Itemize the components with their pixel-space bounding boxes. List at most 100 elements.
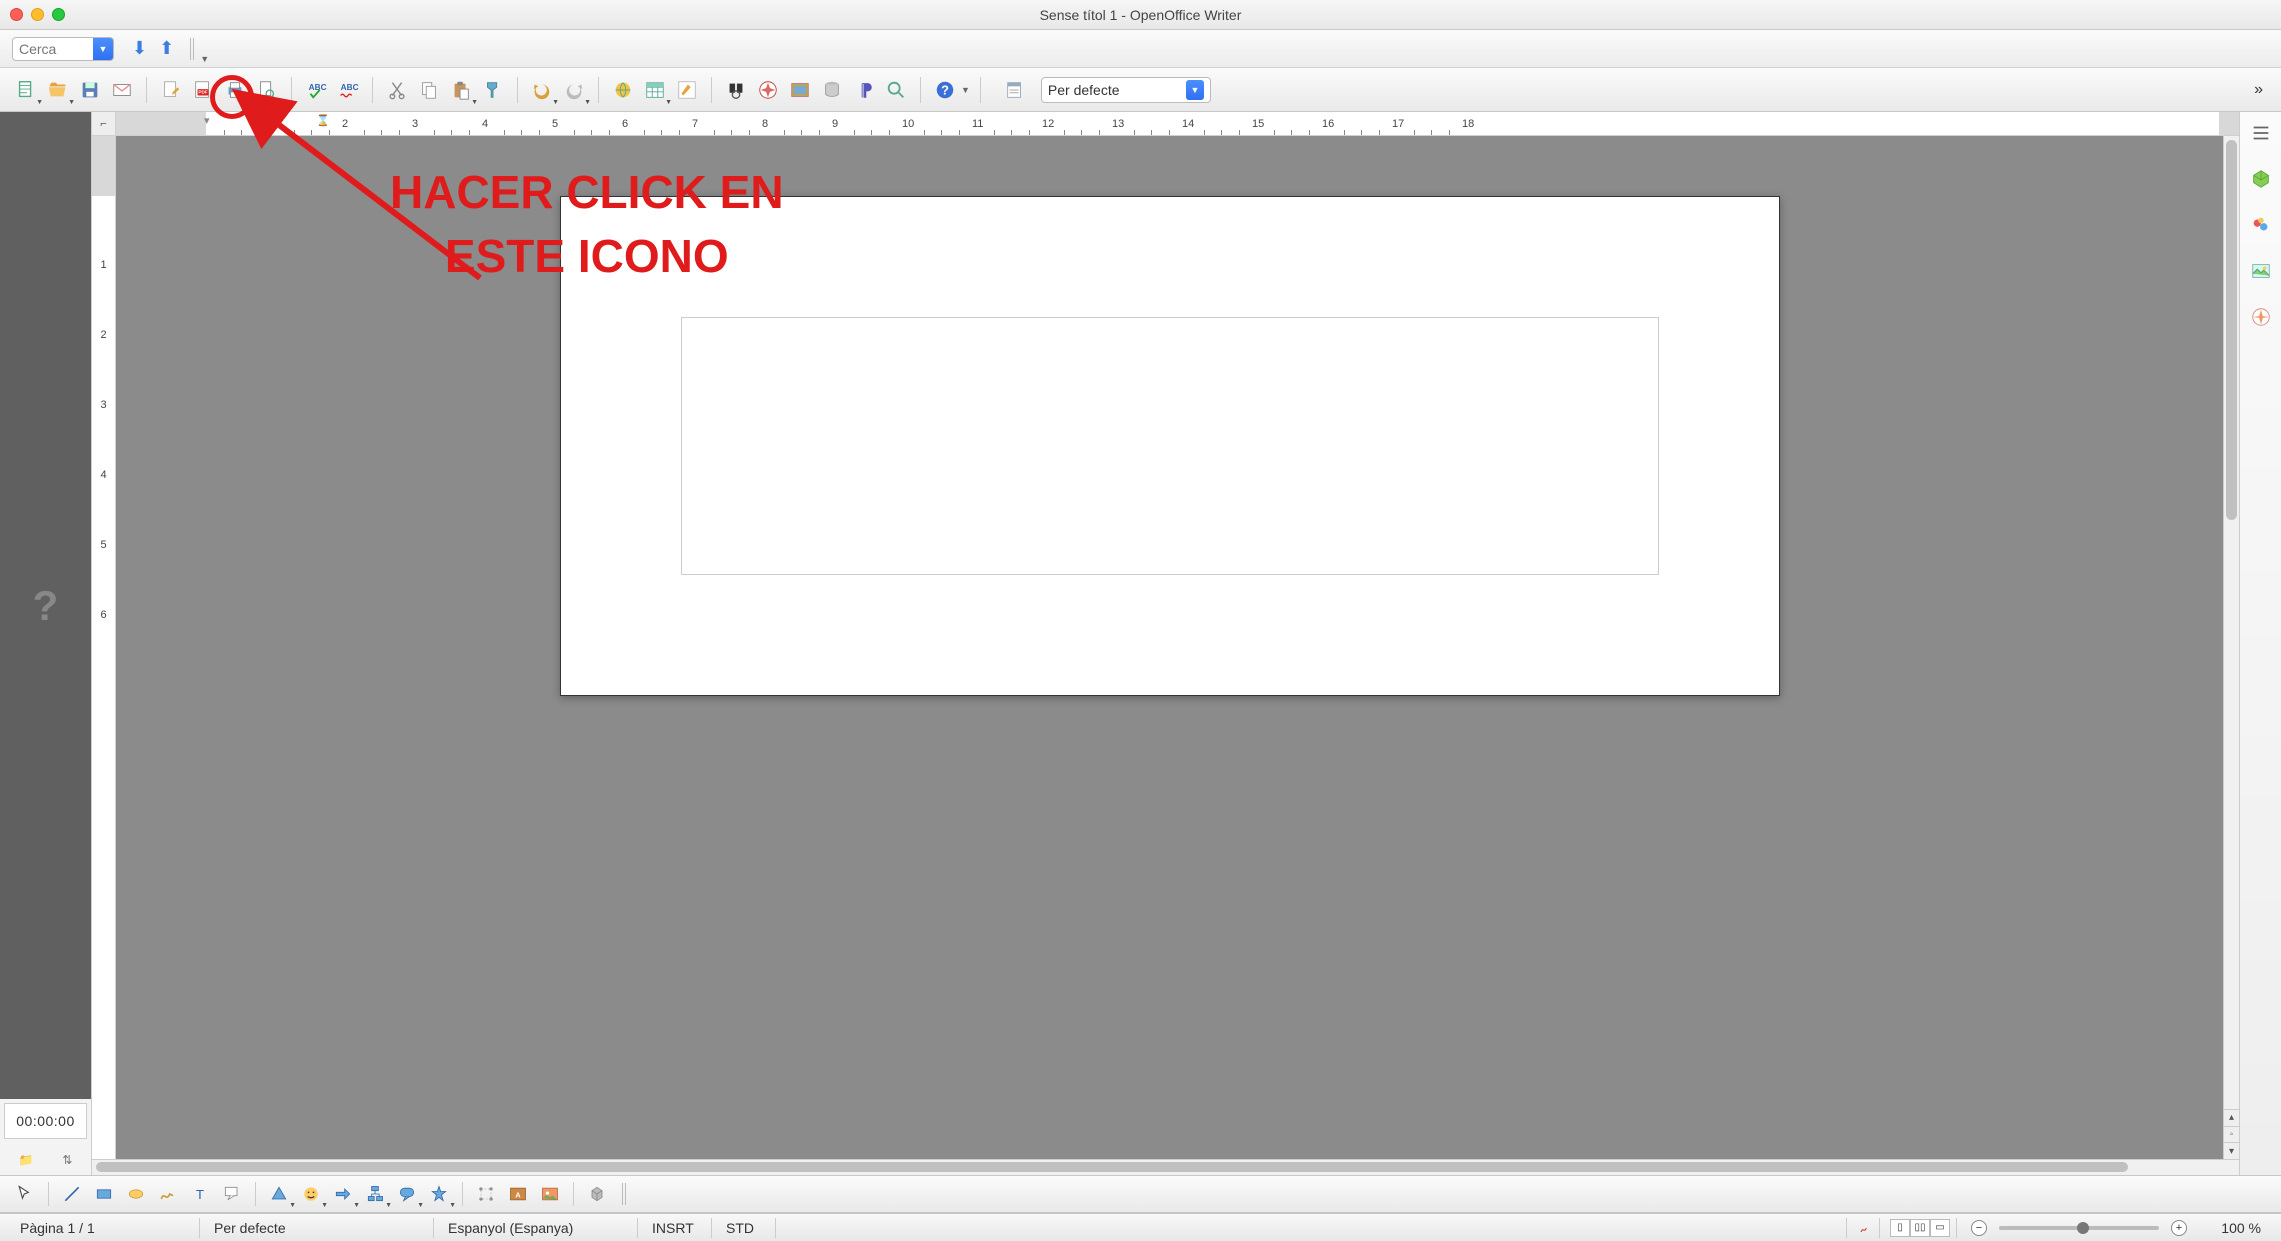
properties-panel-icon[interactable] [2246,164,2276,194]
datasources-button[interactable] [818,76,846,104]
gallery-panel-icon[interactable] [2246,256,2276,286]
find-next-icon[interactable]: ⬇ [132,38,147,59]
vertical-scrollbar[interactable]: ▴ ◦ ▾ [2223,136,2239,1159]
format-paintbrush-button[interactable] [479,76,507,104]
spellcheck-button[interactable]: ABC [302,76,330,104]
edit-doc-button[interactable] [157,76,185,104]
preview-placeholder-icon: ? [33,582,59,630]
freeform-tool[interactable] [155,1181,181,1207]
from-file-tool[interactable] [537,1181,563,1207]
extrusion-tool[interactable] [584,1181,610,1207]
find-replace-button[interactable] [722,76,750,104]
toolbar-dropdown-icon[interactable]: ▼ [200,54,209,64]
symbol-shapes-tool[interactable]: ▼ [298,1181,324,1207]
cut-button[interactable] [383,76,411,104]
help-dropdown-icon[interactable]: ▼ [961,85,970,95]
nav-target-icon[interactable]: ◦ [2224,1126,2239,1143]
email-button[interactable] [108,76,136,104]
scrollbar-thumb[interactable] [2226,140,2237,520]
horizontal-ruler[interactable]: ▾ ⌛ 123456789101112131415161718 [116,112,2239,135]
show-draw-button[interactable] [673,76,701,104]
updown-icon[interactable]: ⇅ [62,1153,72,1167]
toolbar-overflow-icon[interactable]: » [2248,81,2269,99]
export-pdf-button[interactable]: PDF [189,76,217,104]
text-frame[interactable] [681,317,1659,575]
toolbar-grip[interactable] [190,38,196,60]
find-prev-icon[interactable]: ⬆ [159,38,174,59]
block-arrows-tool[interactable]: ▼ [330,1181,356,1207]
zoom-in-button[interactable]: + [2171,1220,2187,1236]
zoom-button[interactable] [882,76,910,104]
minimize-window-button[interactable] [31,8,44,21]
single-page-view[interactable]: ▯ [1890,1219,1910,1237]
paragraph-style-combo[interactable]: Per defecte ▼ [1041,77,1211,103]
open-button[interactable]: ▼ [44,76,72,104]
print-button[interactable] [221,76,249,104]
next-page-icon[interactable]: ▾ [2224,1142,2239,1159]
search-dropdown-icon[interactable]: ▼ [93,38,113,60]
copy-button[interactable] [415,76,443,104]
redo-button[interactable]: ▼ [560,76,588,104]
rectangle-tool[interactable] [91,1181,117,1207]
search-input[interactable] [13,41,93,57]
points-tool[interactable] [473,1181,499,1207]
zoom-out-button[interactable]: − [1971,1220,1987,1236]
book-view[interactable]: ▭ [1930,1219,1950,1237]
page-preview-pane[interactable]: ? [0,112,91,1099]
status-insert-mode[interactable]: INSRT [642,1218,712,1238]
select-tool[interactable] [12,1181,38,1207]
page-nav-buttons: ▴ ◦ ▾ [2224,1109,2239,1159]
document-area: ⌐ ▾ ⌛ 123456789101112131415161718 123456… [92,112,2239,1175]
text-tool[interactable]: T [187,1181,213,1207]
table-button[interactable]: ▼ [641,76,669,104]
horizontal-scrollbar[interactable] [92,1159,2239,1175]
ruler-corner[interactable]: ⌐ [92,112,116,135]
navigator-button[interactable] [754,76,782,104]
page[interactable] [560,196,1780,696]
callout-tool[interactable] [219,1181,245,1207]
folder-icon[interactable]: 📁 [18,1153,33,1167]
stars-tool[interactable]: ▼ [426,1181,452,1207]
vertical-ruler[interactable]: 123456 [92,136,116,1159]
flowchart-tool[interactable]: ▼ [362,1181,388,1207]
zoom-slider[interactable] [1999,1226,2159,1230]
ellipse-tool[interactable] [123,1181,149,1207]
drawbar-grip[interactable] [622,1183,628,1205]
hyperlink-button[interactable] [609,76,637,104]
basic-shapes-tool[interactable]: ▼ [266,1181,292,1207]
undo-button[interactable]: ▼ [528,76,556,104]
help-button[interactable]: ? [931,76,959,104]
svg-text:ABC: ABC [341,83,359,92]
gallery-button[interactable] [786,76,814,104]
navigator-panel-icon[interactable] [2246,302,2276,332]
fontwork-tool[interactable]: A [505,1181,531,1207]
save-button[interactable] [76,76,104,104]
multi-page-view[interactable]: ▯▯ [1910,1219,1930,1237]
paste-button[interactable]: ▼ [447,76,475,104]
print-preview-button[interactable] [253,76,281,104]
auto-spellcheck-button[interactable]: ABC [334,76,362,104]
sidebar-toggle-icon[interactable] [2246,118,2276,148]
style-dropdown-icon[interactable]: ▼ [1186,80,1204,100]
line-tool[interactable] [59,1181,85,1207]
nonprinting-chars-button[interactable] [850,76,878,104]
new-doc-button[interactable]: ▼ [12,76,40,104]
zoom-slider-knob[interactable] [2077,1222,2089,1234]
status-style[interactable]: Per defecte [204,1218,434,1238]
status-signature[interactable] [1851,1218,1880,1238]
search-combo[interactable]: ▼ [12,37,114,61]
paragraph-style-value: Per defecte [1048,82,1186,98]
status-selection-mode[interactable]: STD [716,1218,776,1238]
styles-window-button[interactable] [1001,76,1029,104]
status-language[interactable]: Espanyol (Espanya) [438,1218,638,1238]
hscroll-thumb[interactable] [96,1162,2128,1172]
document-canvas[interactable] [116,136,2223,1159]
close-window-button[interactable] [10,8,23,21]
status-page[interactable]: Pàgina 1 / 1 [10,1218,200,1238]
styles-panel-icon[interactable] [2246,210,2276,240]
prev-page-icon[interactable]: ▴ [2224,1109,2239,1126]
zoom-value[interactable]: 100 % [2201,1218,2271,1238]
maximize-window-button[interactable] [52,8,65,21]
callouts-tool[interactable]: ▼ [394,1181,420,1207]
find-nav: ⬇ ⬆ [132,38,174,59]
